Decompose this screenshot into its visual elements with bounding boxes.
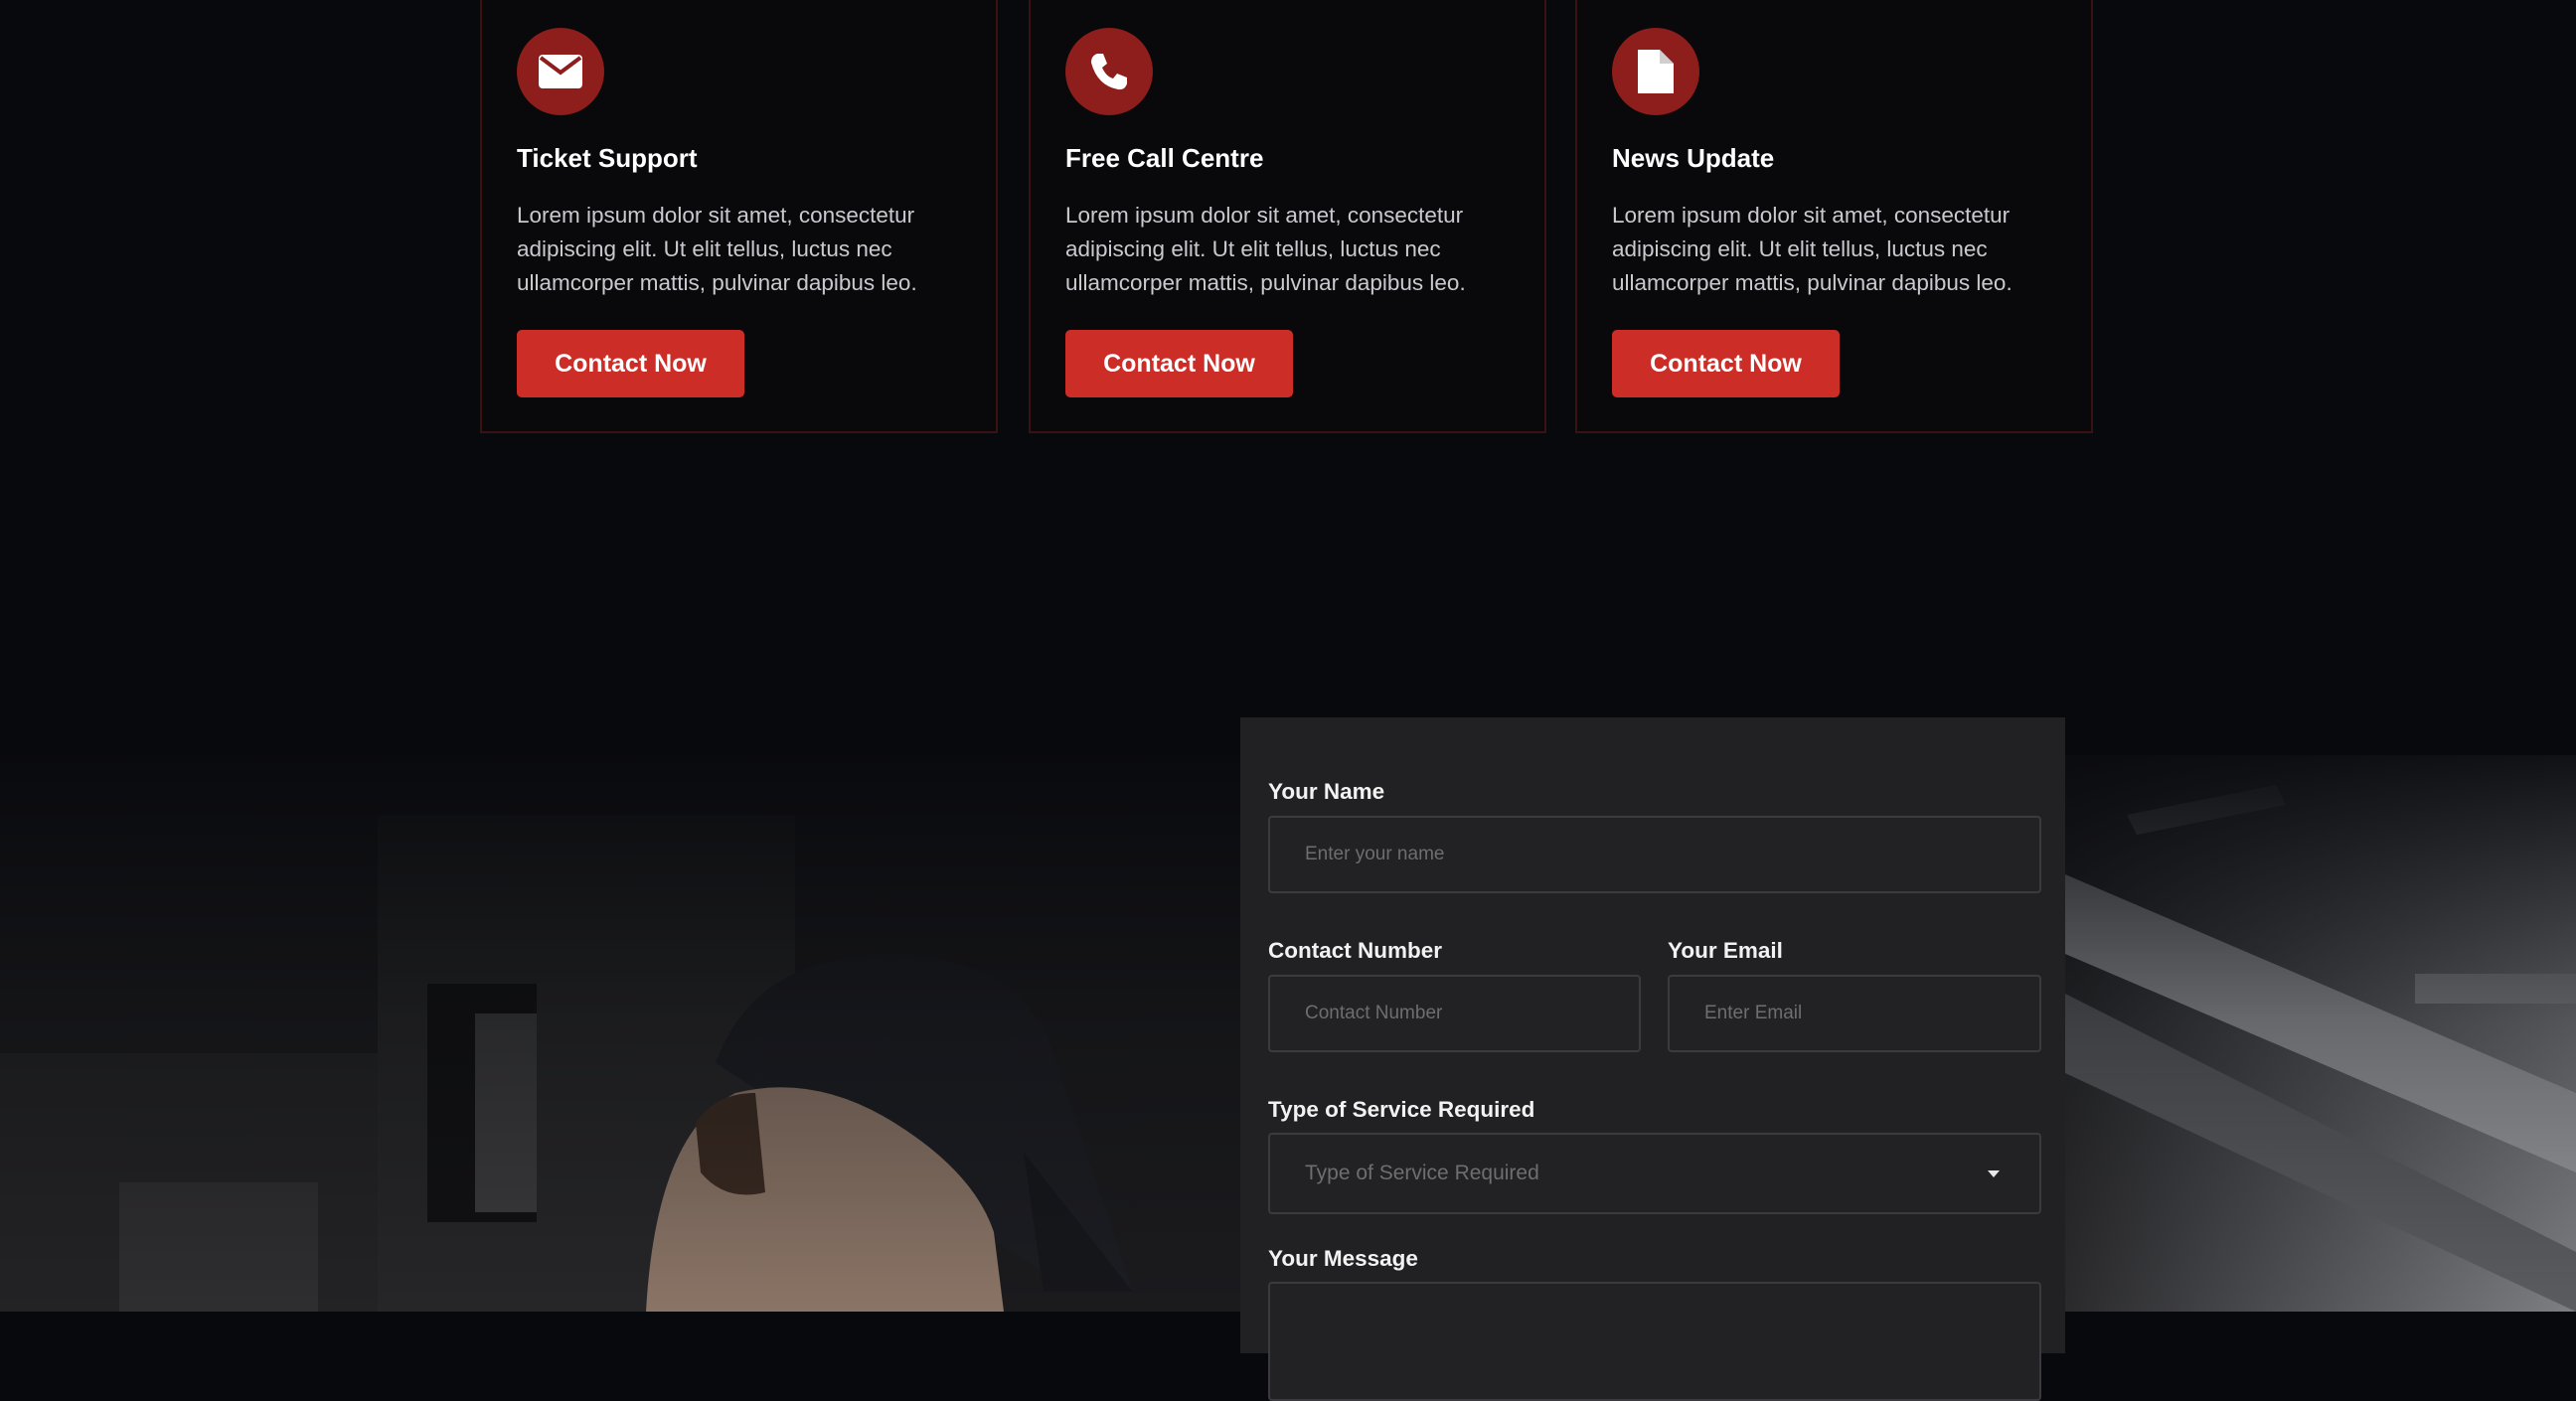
service-type-select[interactable]: Type of Service Required: [1268, 1133, 2041, 1214]
card-title: Free Call Centre: [1065, 143, 1264, 173]
card-description: Lorem ipsum dolor sit amet, consectetur …: [517, 203, 917, 295]
phone-icon: [1065, 28, 1153, 115]
caret-down-icon: [1988, 1170, 2000, 1177]
envelope-icon: [517, 28, 604, 115]
card-description: Lorem ipsum dolor sit amet, consectetur …: [1065, 203, 1466, 295]
contact-now-button[interactable]: Contact Now: [517, 330, 744, 397]
service-card-free-call-centre: Free Call Centre Lorem ipsum dolor sit a…: [1029, 0, 1546, 433]
contact-number-input[interactable]: Contact Number: [1268, 975, 1641, 1052]
service-card-ticket-support: Ticket Support Lorem ipsum dolor sit ame…: [480, 0, 998, 433]
service-card-news-update: News Update Lorem ipsum dolor sit amet, …: [1575, 0, 2093, 433]
card-description: Lorem ipsum dolor sit amet, consectetur …: [1612, 203, 2012, 295]
email-input[interactable]: Enter Email: [1668, 975, 2041, 1052]
message-label: Your Message: [1268, 1246, 1418, 1271]
contact-now-button[interactable]: Contact Now: [1065, 330, 1293, 397]
document-icon: [1612, 28, 1699, 115]
contact-form: Your Name Enter your name Contact Number…: [1240, 717, 2065, 1401]
name-label: Your Name: [1268, 779, 1385, 804]
service-type-value: Type of Service Required: [1305, 1162, 1539, 1184]
name-input[interactable]: Enter your name: [1268, 816, 2041, 893]
service-type-label: Type of Service Required: [1268, 1097, 1535, 1122]
email-label: Your Email: [1668, 938, 1783, 963]
contact-number-label: Contact Number: [1268, 938, 1443, 963]
card-title: Ticket Support: [517, 143, 698, 173]
card-title: News Update: [1612, 143, 1775, 173]
message-textarea[interactable]: [1268, 1282, 2041, 1401]
contact-now-button[interactable]: Contact Now: [1612, 330, 1840, 397]
